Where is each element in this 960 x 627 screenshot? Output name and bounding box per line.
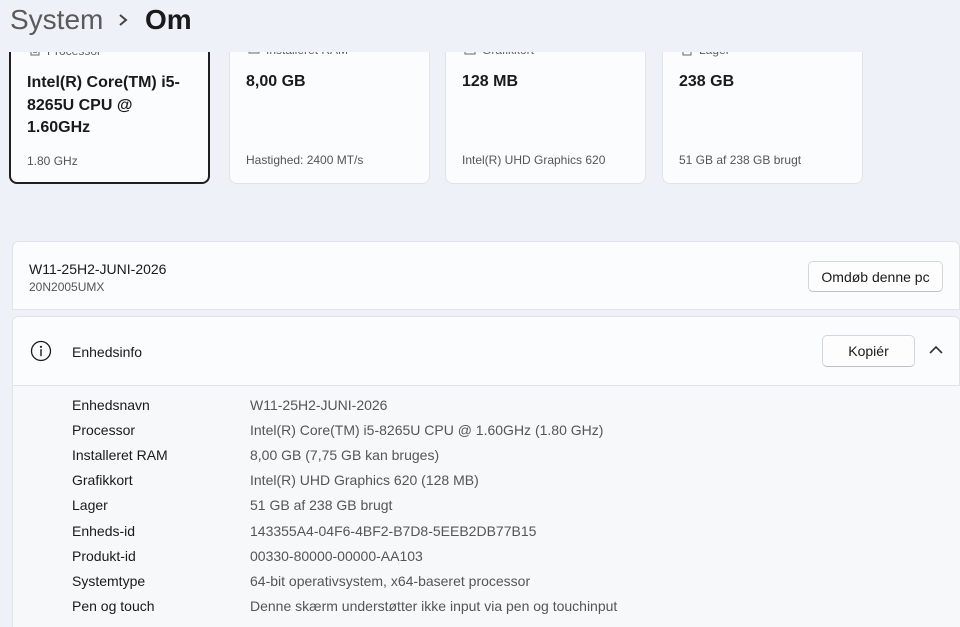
spec-card-value: 238 GB	[679, 73, 735, 90]
device-info-list: Enhedsnavn W11-25H2-JUNI-2026 Processor …	[12, 386, 960, 627]
rename-pc-button[interactable]: Omdøb denne pc	[808, 261, 943, 292]
pc-model: 20N2005UMX	[29, 280, 105, 294]
page-title: Om	[145, 4, 192, 35]
info-value: 143355A4-04F6-4BF2-B7D8-5EEB2DB77B15	[250, 523, 537, 539]
spec-card-detail: 1.80 GHz	[27, 154, 78, 168]
device-info-header[interactable]: Enhedsinfo Kopiér	[12, 316, 960, 386]
pc-name: W11-25H2-JUNI-2026	[29, 261, 167, 277]
info-key: Lager	[72, 497, 108, 513]
info-value: Intel(R) Core(TM) i5-8265U CPU @ 1.60GHz…	[250, 422, 604, 438]
spec-card-detail: Intel(R) UHD Graphics 620	[462, 153, 606, 167]
info-key: Produkt-id	[72, 548, 136, 564]
info-value: 8,00 GB (7,75 GB kan bruges)	[250, 447, 440, 463]
breadcrumb: System Om	[0, 0, 960, 52]
info-value: W11-25H2-JUNI-2026	[250, 397, 388, 413]
info-key: Enheds-id	[72, 523, 136, 539]
chevron-right-icon	[119, 14, 128, 26]
breadcrumb-system[interactable]: System	[10, 4, 103, 36]
spec-card-value: 128 MB	[462, 73, 519, 90]
spec-card-detail: 51 GB af 238 GB brugt	[679, 153, 802, 167]
spec-card-graphics[interactable]: Grafikkort 128 MB Intel(R) UHD Graphics …	[445, 30, 646, 184]
info-value: 00330-80000-00000-AA103	[250, 548, 423, 564]
info-key: Systemtype	[72, 573, 146, 589]
pc-name-panel: W11-25H2-JUNI-2026 20N2005UMX Omdøb denn…	[12, 241, 960, 310]
info-value: 64-bit operativsystem, x64-baseret proce…	[250, 573, 531, 589]
info-icon	[30, 340, 52, 362]
spec-card-processor[interactable]: Processor Intel(R) Core(TM) i5-8265U CPU…	[9, 30, 210, 184]
info-key: Grafikkort	[72, 472, 133, 488]
copy-button[interactable]: Kopiér	[822, 335, 915, 367]
info-key: Enhedsnavn	[72, 397, 150, 413]
info-key: Pen og touch	[72, 598, 155, 614]
spec-card-value: 8,00 GB	[246, 73, 306, 90]
spec-card-detail: Hastighed: 2400 MT/s	[246, 153, 364, 167]
spec-card-ram[interactable]: Installeret RAM 8,00 GB Hastighed: 2400 …	[229, 30, 430, 184]
info-key: Processor	[72, 422, 136, 438]
chevron-up-icon[interactable]	[927, 343, 945, 357]
info-value: 51 GB af 238 GB brugt	[250, 497, 393, 513]
device-info-title: Enhedsinfo	[72, 344, 143, 360]
spec-card-value: Intel(R) Core(TM) i5-8265U CPU @ 1.60GHz	[27, 74, 180, 136]
info-value: Intel(R) UHD Graphics 620 (128 MB)	[250, 472, 479, 488]
spec-card-storage[interactable]: Lager 238 GB 51 GB af 238 GB brugt	[662, 30, 863, 184]
info-value: Denne skærm understøtter ikke input via …	[250, 598, 618, 614]
info-key: Installeret RAM	[72, 447, 168, 463]
